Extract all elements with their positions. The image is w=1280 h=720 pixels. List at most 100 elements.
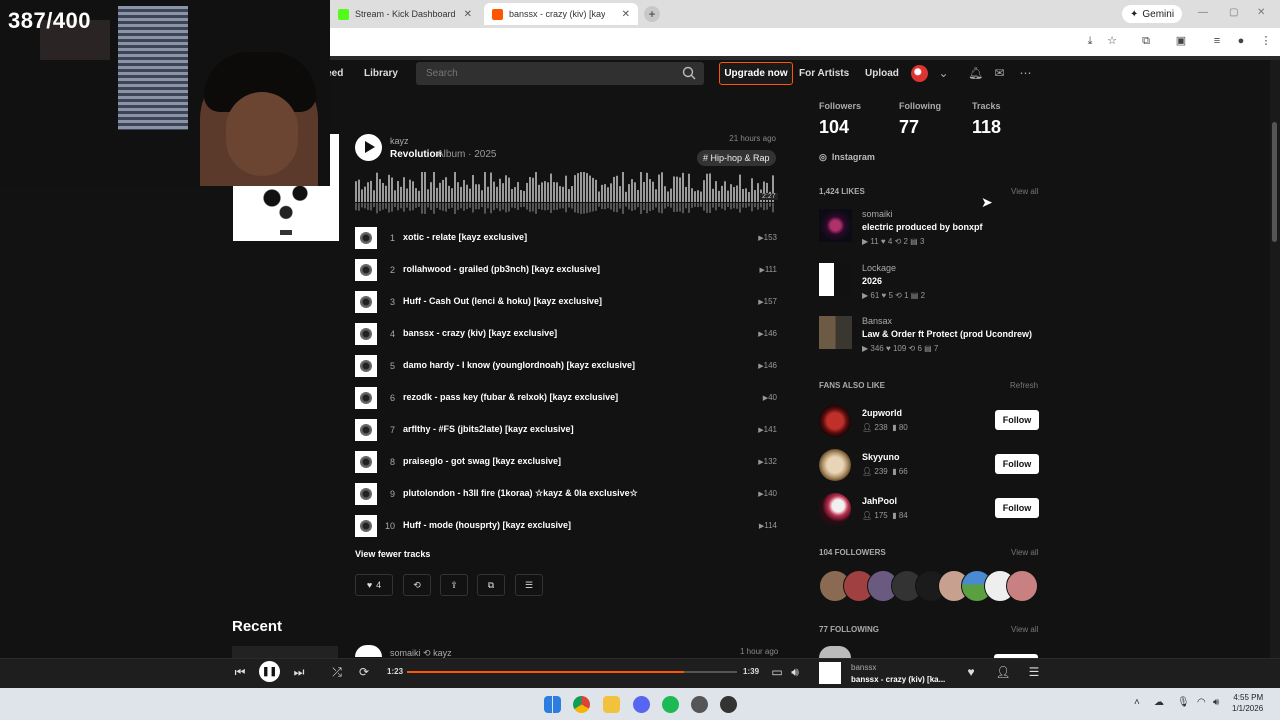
chevron-down-icon[interactable]: ⌄	[937, 67, 950, 80]
album-title[interactable]: Revolution	[390, 149, 442, 160]
track-title[interactable]: praiseglo - got swag [kayz exclusive]	[403, 456, 561, 466]
repeat-icon[interactable]: ⟳	[356, 664, 372, 680]
track-title[interactable]: xotic - relate [kayz exclusive]	[403, 232, 527, 242]
liked-track-user[interactable]: somaiki	[862, 209, 893, 219]
track-title[interactable]: Huff - mode (housprty) [kayz exclusive]	[403, 520, 571, 530]
tracks-count[interactable]: 118	[972, 117, 1001, 138]
followers-label[interactable]: Followers	[819, 101, 861, 111]
now-playing-title[interactable]: banssx - crazy (kiv) [ka...	[851, 675, 945, 684]
nav-library[interactable]: Library	[364, 68, 398, 79]
track-row[interactable]: 9 plutolondon - h3ll fire (1koraa) ☆kayz …	[355, 483, 777, 505]
track-title[interactable]: rezodk - pass key (fubar & relxok) [kayz…	[403, 392, 618, 402]
nav-upload[interactable]: Upload	[865, 68, 899, 79]
play-button[interactable]	[355, 134, 382, 161]
volume-tray-icon[interactable]: 🔊︎	[1213, 697, 1219, 708]
following-avatar[interactable]	[819, 646, 851, 658]
view-fewer-tracks-link[interactable]: View fewer tracks	[355, 549, 430, 559]
side-panel-icon[interactable]: ▣	[1175, 35, 1187, 47]
wifi-icon[interactable]: ◠	[1197, 697, 1206, 708]
liked-track-title[interactable]: 2026	[862, 276, 882, 286]
following-view-all[interactable]: View all	[1011, 625, 1038, 634]
more-menu-icon[interactable]: ⋮	[1260, 35, 1272, 47]
track-title[interactable]: Huff - Cash Out (lenci & hoku) [kayz exc…	[403, 296, 602, 306]
fan-avatar[interactable]	[819, 449, 851, 481]
liked-track-user[interactable]: Lockage	[862, 263, 896, 273]
followers-view-all[interactable]: View all	[1011, 548, 1038, 557]
track-title[interactable]: arflthy - #FS (jbits2late) [kayz exclusi…	[403, 424, 574, 434]
chrome-icon[interactable]	[573, 696, 590, 713]
fans-refresh[interactable]: Refresh	[1010, 381, 1038, 390]
spotify-icon[interactable]	[662, 696, 679, 713]
liked-track-title[interactable]: Law & Order ft Protect (prod Ucondrew)	[862, 329, 1032, 339]
fan-name[interactable]: 2upworld	[862, 408, 902, 418]
discord-icon[interactable]	[633, 696, 650, 713]
track-row[interactable]: 2 rollahwood - grailed (pb3nch) [kayz exc…	[355, 259, 777, 281]
windows-start-icon[interactable]	[544, 696, 561, 713]
track-title[interactable]: damo hardy - I know (younglordnoah) [kay…	[403, 360, 635, 370]
genre-tag[interactable]: # Hip-hop & Rap	[697, 150, 776, 166]
tracks-label[interactable]: Tracks	[972, 101, 1001, 111]
follow-user-icon[interactable]: 👤︎	[995, 664, 1011, 680]
file-explorer-icon[interactable]	[603, 696, 620, 713]
queue-icon[interactable]: ☰	[1026, 664, 1042, 680]
following-label[interactable]: Following	[899, 101, 941, 111]
recent-artwork[interactable]	[232, 646, 338, 658]
maximize-icon[interactable]: ▢	[1229, 7, 1238, 18]
follow-button[interactable]: Follow	[995, 454, 1039, 474]
skip-forward-icon[interactable]: ⏭	[291, 664, 307, 680]
close-window-icon[interactable]: ✕	[1257, 7, 1265, 18]
profile-icon[interactable]: ●	[1235, 35, 1247, 47]
progress-bar[interactable]	[407, 671, 737, 673]
track-row[interactable]: 1 xotic - relate [kayz exclusive] 153	[355, 227, 777, 249]
instagram-link[interactable]: ◎ Instagram	[819, 152, 875, 163]
search-icon[interactable]	[682, 66, 696, 80]
fan-suggestion[interactable]: JahPool 👤︎ 175 ▮ 84 Follow	[819, 493, 1039, 527]
following-heading[interactable]: 77 FOLLOWING	[819, 625, 879, 634]
track-row[interactable]: 6 rezodk - pass key (fubar & relxok) [kay…	[355, 387, 777, 409]
bell-icon[interactable]: 🔔︎	[968, 67, 983, 80]
liked-track-title[interactable]: electric produced by bonxpf	[862, 222, 983, 232]
tab-soundcloud[interactable]: banssx - crazy (kiv) [kayz ex... ✕	[484, 3, 638, 25]
tab-kick-dashboard[interactable]: Stream - Kick Dashboard ✕	[330, 3, 480, 25]
instagram-label[interactable]: Instagram	[832, 152, 875, 162]
skip-back-icon[interactable]: ⏮	[232, 664, 248, 680]
shuffle-icon[interactable]: ⤮	[329, 664, 345, 680]
minimize-icon[interactable]: —	[1198, 7, 1208, 18]
microphone-icon[interactable]: 🎙︎	[1177, 697, 1190, 708]
fan-suggestion[interactable]: 2upworld 👤︎ 238 ▮ 80 Follow	[819, 405, 1039, 439]
fan-name[interactable]: Skyyuno	[862, 452, 900, 462]
nav-for-artists[interactable]: For Artists	[799, 68, 849, 79]
upgrade-button[interactable]: Upgrade now	[719, 62, 793, 85]
followers-heading[interactable]: 104 FOLLOWERS	[819, 548, 886, 557]
follow-button[interactable]: Follow	[995, 498, 1039, 518]
share-button[interactable]: ⇪	[440, 574, 468, 596]
track-row[interactable]: 3 Huff - Cash Out (lenci & hoku) [kayz ex…	[355, 291, 777, 313]
likes-heading[interactable]: 1,424 LIKES	[819, 187, 865, 196]
pause-button[interactable]: ❚❚	[259, 661, 280, 682]
liked-track[interactable]: Lockage 2026 ▶ 61 ♥ 5 ⟲ 1 ▤ 2	[819, 263, 1039, 300]
heart-icon[interactable]: ♥	[963, 664, 979, 680]
close-icon[interactable]: ✕	[622, 9, 630, 20]
track-row[interactable]: 8 praiseglo - got swag [kayz exclusive] 13…	[355, 451, 777, 473]
track-title[interactable]: plutolondon - h3ll fire (1koraa) ☆kayz &…	[403, 488, 638, 499]
track-title[interactable]: banssx - crazy (kiv) [kayz exclusive]	[403, 328, 557, 338]
repost-button[interactable]: ⟲	[403, 574, 431, 596]
install-icon[interactable]: ⤓	[1084, 35, 1096, 47]
track-row[interactable]: 4 banssx - crazy (kiv) [kayz exclusive] 14…	[355, 323, 777, 345]
followers-count[interactable]: 104	[819, 117, 849, 138]
app-icon[interactable]	[691, 696, 708, 713]
recent-reposter[interactable]: kayz	[433, 648, 452, 658]
now-playing-artist[interactable]: banssx	[851, 663, 876, 672]
gemini-button[interactable]: ✦ Gemini	[1122, 5, 1183, 23]
fan-suggestion[interactable]: Skyyuno 👤︎ 239 ▮ 66 Follow	[819, 449, 1039, 483]
search-input[interactable]	[416, 62, 666, 85]
liked-track[interactable]: somaiki electric produced by bonxpf ▶ 11…	[819, 209, 1039, 246]
bookmark-star-icon[interactable]: ☆	[1106, 35, 1118, 47]
volume-icon[interactable]: 🔊︎	[787, 664, 803, 680]
fan-avatar[interactable]	[819, 405, 851, 437]
system-clock[interactable]: 4:55 PM 1/1/2026	[1232, 692, 1263, 714]
obs-icon[interactable]	[720, 696, 737, 713]
now-playing-artwork[interactable]	[819, 662, 841, 684]
waveform[interactable]	[355, 172, 776, 214]
album-artist[interactable]: kayz	[390, 136, 409, 146]
